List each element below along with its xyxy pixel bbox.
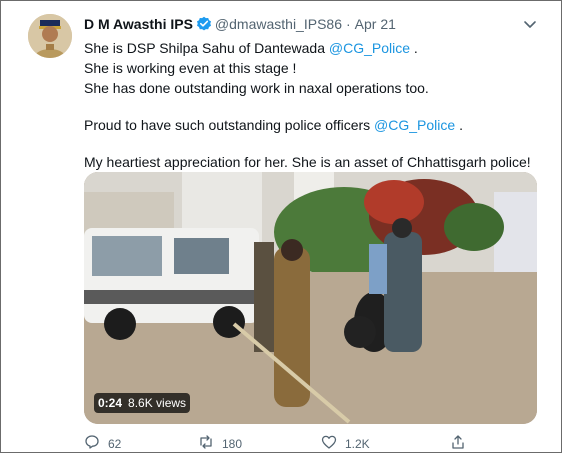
tweet-line: She has done outstanding work in naxal o… bbox=[84, 80, 429, 96]
reply-button[interactable]: 62 bbox=[84, 434, 121, 453]
share-icon bbox=[450, 434, 466, 453]
like-icon bbox=[321, 434, 337, 453]
like-button[interactable]: 1.2K bbox=[321, 434, 370, 453]
like-count: 1.2K bbox=[345, 436, 370, 451]
tweet-text-segment: . bbox=[410, 40, 418, 56]
tweet-text-segment: Proud to have such outstanding police of… bbox=[84, 117, 375, 133]
video-info-badge: 0:24 8.6K views bbox=[94, 393, 191, 413]
mention-link[interactable]: @CG_Police bbox=[329, 40, 410, 56]
tweet-header: D M Awasthi IPS @dmawasthi_IPS86 · Apr 2… bbox=[84, 14, 396, 34]
separator-dot: · bbox=[345, 16, 351, 32]
tweet-line: Proud to have such outstanding police of… bbox=[84, 115, 544, 135]
retweet-button[interactable]: 180 bbox=[198, 434, 242, 453]
reply-count: 62 bbox=[108, 436, 122, 451]
retweet-count: 180 bbox=[222, 436, 243, 451]
more-options-icon[interactable] bbox=[520, 14, 540, 34]
tweet-line: She is working even at this stage ! bbox=[84, 60, 297, 76]
tweet-date[interactable]: Apr 21 bbox=[355, 16, 396, 32]
video-duration: 0:24 bbox=[98, 396, 123, 410]
share-button[interactable] bbox=[450, 434, 466, 453]
reply-icon bbox=[84, 434, 100, 453]
video-player[interactable]: 0:24 8.6K views bbox=[84, 172, 537, 424]
tweet-actions: 62 180 1.2K bbox=[84, 434, 484, 452]
tweet-text-segment: . bbox=[455, 117, 463, 133]
mention-link[interactable]: @CG_Police bbox=[374, 117, 455, 133]
tweet-line: My heartiest appreciation for her. She i… bbox=[84, 154, 531, 170]
retweet-icon bbox=[198, 434, 214, 453]
video-thumbnail bbox=[84, 172, 537, 424]
author-handle[interactable]: @dmawasthi_IPS86 bbox=[215, 16, 342, 32]
video-views: 8.6K views bbox=[128, 396, 187, 410]
tweet-body: She is DSP Shilpa Sahu of Dantewada @CG_… bbox=[84, 38, 544, 172]
verified-badge-icon bbox=[196, 16, 212, 32]
tweet-text-segment: She is DSP Shilpa Sahu of Dantewada bbox=[84, 40, 329, 56]
author-name[interactable]: D M Awasthi IPS bbox=[84, 16, 193, 32]
avatar[interactable] bbox=[28, 14, 72, 58]
tweet-line: She is DSP Shilpa Sahu of Dantewada @CG_… bbox=[84, 38, 544, 58]
